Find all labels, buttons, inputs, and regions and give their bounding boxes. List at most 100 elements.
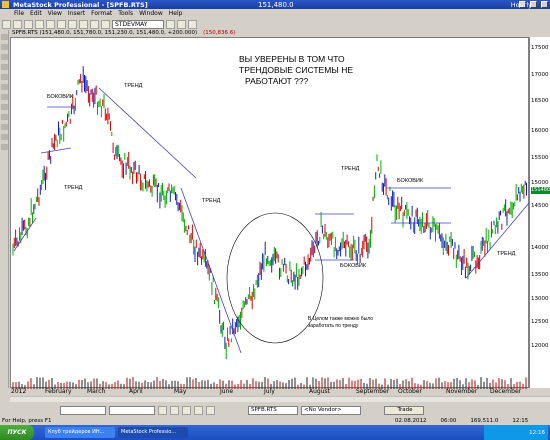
open-icon[interactable] [13,19,22,29]
paste-icon[interactable] [68,19,77,29]
axis-label: 13000 [531,296,549,302]
toolbar: STDEVMAY [0,18,550,30]
channel-tool-icon[interactable] [1,104,8,110]
tray-clock: 12:16 [529,429,545,436]
cycle-tool-icon[interactable] [1,124,8,130]
note-annotation: В Целом также можно было заработать по т… [308,316,373,329]
trendline-tool-icon[interactable] [1,44,8,50]
axis-label: 14000 [531,245,549,251]
ellipse-tool-icon[interactable] [1,84,8,90]
menu-format[interactable]: Format [91,10,112,17]
trendline [465,202,530,279]
taskbar: ПУСК Клуб трейдеров ИН... MetaStock Prof… [0,425,550,440]
note-line-2: заработать по тренду [308,322,359,329]
price-chart[interactable]: ВЫ УВЕРЕНЫ В ТОМ ЧТО ТРЕНДОВЫЕ СИСТЕМЫ Н… [10,37,530,389]
current-price-tag: 151480 [531,187,550,194]
save-icon[interactable] [24,19,33,29]
close-button[interactable] [541,1,548,8]
regression-tool-icon[interactable] [1,144,8,150]
menu-help[interactable]: Help [169,10,183,17]
color-icon[interactable] [182,405,191,415]
month-label: April [129,388,143,395]
month-label: October [398,388,423,395]
chart-header: SPFB.RTS (151,480.0, 151,780.0, 151,230.… [10,30,530,37]
gann-tool-icon[interactable] [1,134,8,140]
note-line-1: В Целом также можно было [308,316,373,322]
month-label: March [87,388,106,395]
label-trend-4: ТРЕНД [341,166,360,172]
arrow-tool-icon[interactable] [1,114,8,120]
month-label: February [45,388,72,395]
month-label: December [490,388,522,395]
price-axis: 17500 17000 16500 16000 15500 15000 1450… [529,37,550,388]
axis-label: 17000 [531,72,549,78]
status-help: For Help, press F1 [2,418,52,424]
month-label: August [309,388,330,395]
status-value: 169,511.0 [470,418,499,424]
status-date: 02.08.2012 [395,418,427,424]
zoom-icon[interactable] [101,19,110,29]
menu-view[interactable]: View [48,10,62,17]
text-tool-icon[interactable] [1,74,8,80]
month-label: June [220,388,234,395]
month-label: September [356,388,390,395]
color-icon[interactable] [158,405,167,415]
chart-canvas [12,66,530,389]
horizontal-line-tool-icon[interactable] [1,54,8,60]
menu-window[interactable]: Window [139,10,163,17]
label-sideways-1: БОКОВИК [47,94,74,100]
status-clock: 12:15 [512,418,529,424]
color-icon[interactable] [194,405,203,415]
chart-icon[interactable] [79,19,88,29]
month-label: 2012 [11,388,27,395]
axis-label: 15000 [531,180,549,186]
menu-insert[interactable]: Insert [68,10,85,17]
fibonacci-tool-icon[interactable] [1,94,8,100]
label-sideways-2: БОКОВИК [397,178,424,184]
new-icon[interactable] [2,19,11,29]
color-icon[interactable] [206,405,215,415]
label-trend-1: ТРЕНД [124,83,143,89]
axis-label: 16000 [531,128,549,134]
taskbar-item-browser[interactable]: Клуб трейдеров ИН... [45,427,115,438]
axis-label: 12000 [531,343,549,349]
properties-icon[interactable] [166,19,175,29]
month-label: July [264,388,275,395]
color-icon[interactable] [170,405,179,415]
start-button[interactable]: ПУСК [0,425,34,440]
line-weight-select[interactable] [109,405,155,415]
vendor-select[interactable]: <No Vendor> [301,405,361,415]
axis-label: 14500 [531,203,549,209]
indicator-icon[interactable] [90,19,99,29]
trade-button[interactable]: Trade [384,405,424,415]
trendline [98,87,197,179]
copy-icon[interactable] [57,19,66,29]
horizontal-scrollbar[interactable] [10,396,550,402]
vertical-line-tool-icon[interactable] [1,64,8,70]
explorer-icon[interactable] [177,19,186,29]
month-label: November [446,388,478,395]
ohlc-readout: SPFB.RTS (151,480.0, 151,780.0, 151,230.… [12,30,198,36]
indicator-readout: (150,836.6) [203,30,236,36]
axis-label: 15500 [531,155,549,161]
taskbar-item-metastock[interactable]: MetaStock Professio... [118,427,188,438]
expert-icon[interactable] [188,19,197,29]
cut-icon[interactable] [46,19,55,29]
headline-annotation: ВЫ УВЕРЕНЫ В ТОМ ЧТО ТРЕНДОВЫЕ СИСТЕМЫ Н… [239,54,353,87]
axis-label: 13500 [531,272,549,278]
label-trend-5: ТРЕНД [497,251,516,257]
axis-label: 12500 [531,319,549,325]
pointer-tool-icon[interactable] [1,34,8,40]
menu-edit[interactable]: Edit [30,10,42,17]
title-bar: MetaStock Professional - [SPFB.RTS] 151,… [0,0,550,9]
trendline [180,187,242,354]
label-trend-2: ТРЕНД [64,185,83,191]
print-icon[interactable] [35,19,44,29]
line-style-select[interactable] [60,405,106,415]
menu-tools[interactable]: Tools [118,10,133,17]
menu-file[interactable]: File [14,10,24,17]
symbol-field[interactable]: SPFB.RTS [248,405,298,415]
indicator-select[interactable]: STDEVMAY [112,19,164,29]
time-axis: 2012 February March April May June July … [10,388,529,396]
label-trend-3: ТРЕНД [202,198,221,204]
